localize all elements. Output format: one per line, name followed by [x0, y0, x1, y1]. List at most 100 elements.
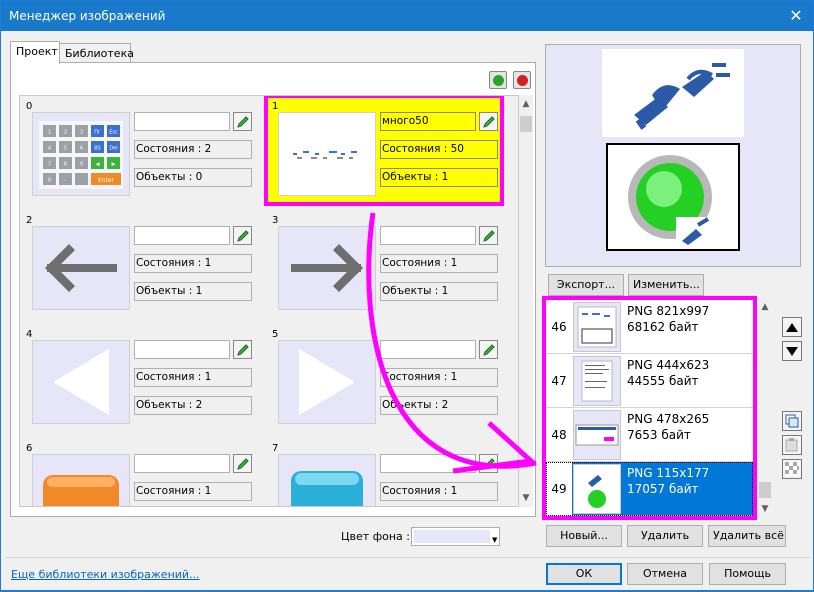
- window-title: Менеджер изображений: [9, 9, 166, 23]
- cell-states: Состояния : 1: [134, 368, 252, 387]
- image-cell[interactable]: 3 Состояния : 1 Объекты : 1: [268, 212, 500, 316]
- scroll-down-icon[interactable]: ▼: [519, 491, 533, 505]
- svg-text:Enter: Enter: [98, 177, 115, 184]
- cell-objects: Объекты : 1: [134, 282, 252, 301]
- tab-project[interactable]: Проект: [10, 41, 60, 64]
- cell-name-field[interactable]: много50: [380, 112, 476, 131]
- edit-name-button[interactable]: [233, 340, 252, 359]
- edit-name-button[interactable]: [233, 226, 252, 245]
- transparency-button[interactable]: [782, 459, 802, 479]
- more-libraries-link[interactable]: Еще библиотеки изображений...: [11, 568, 200, 581]
- cancel-button[interactable]: Отмена: [627, 563, 703, 585]
- screenshot-thumbnail: [575, 424, 619, 446]
- image-list-item[interactable]: 48 PNG 478x265 7653 байт: [546, 408, 753, 462]
- image-cell[interactable]: 4 Состояния : 1 Объекты : 2: [22, 326, 254, 430]
- svg-text:Пг: Пг: [94, 130, 101, 136]
- ok-button[interactable]: ОК: [546, 563, 622, 585]
- move-up-button[interactable]: [782, 317, 802, 337]
- edit-name-button[interactable]: [233, 112, 252, 131]
- edit-name-button[interactable]: [479, 454, 498, 473]
- image-cell[interactable]: 2 Состояния : 1 Объекты : 1: [22, 212, 254, 316]
- image-cell[interactable]: 5 Состояния : 1 Объекты : 2: [268, 326, 500, 430]
- cell-name-field[interactable]: [380, 226, 476, 245]
- pencil-icon: [237, 344, 249, 356]
- export-button[interactable]: Экспорт...: [548, 274, 624, 296]
- cell-states: Состояния : 1: [134, 482, 252, 501]
- cell-objects: Объекты : 1: [380, 282, 498, 301]
- help-button[interactable]: Помощь: [709, 563, 786, 585]
- list-scrollbar[interactable]: ▲ ▼: [758, 300, 772, 516]
- cell-states: Состояния : 50: [380, 140, 498, 159]
- scroll-up-icon[interactable]: ▲: [519, 97, 533, 111]
- image-cell[interactable]: 6 Состояния : 1: [22, 440, 254, 506]
- list-scroll-thumb[interactable]: [759, 482, 771, 498]
- svg-text:8: 8: [64, 162, 67, 168]
- grid-scrollbar[interactable]: ▲ ▼: [519, 95, 533, 507]
- triangle-up-icon: [786, 323, 798, 332]
- svg-text:1: 1: [48, 130, 51, 136]
- image-list-item[interactable]: 49 PNG 115x177 17057 байт: [546, 462, 753, 516]
- triangle-left-image: [53, 349, 109, 415]
- cell-thumbnail[interactable]: [278, 340, 376, 424]
- cell-name-field[interactable]: [134, 454, 230, 473]
- cell-thumbnail[interactable]: [32, 454, 130, 506]
- list-item-thumbnail: [573, 410, 621, 460]
- delete-all-button[interactable]: Удалить всё: [708, 525, 786, 547]
- delete-button[interactable]: Удалить: [627, 525, 703, 547]
- cell-name-field[interactable]: [380, 454, 476, 473]
- footer-divider: [5, 557, 810, 558]
- cell-thumbnail[interactable]: 1 2 3 Пг Esc 4 5 6 BS Del 7 8 9 ◀ ▶ 0-. Enter: [32, 112, 130, 196]
- image-cell[interactable]: 7 Состояния : 1: [268, 440, 500, 506]
- cell-name-field[interactable]: [134, 340, 230, 359]
- close-icon[interactable]: ✕: [785, 5, 807, 27]
- image-list-item[interactable]: 46 PNG 821x997 68162 байт: [546, 300, 753, 354]
- add-image-icon[interactable]: [489, 71, 507, 89]
- paste-image-button[interactable]: [782, 435, 802, 455]
- list-item-index: 47: [551, 374, 567, 388]
- cell-thumbnail[interactable]: [278, 226, 376, 310]
- cell-thumbnail[interactable]: [278, 454, 376, 506]
- list-scroll-up-icon[interactable]: ▲: [758, 300, 772, 314]
- edit-name-button[interactable]: [233, 454, 252, 473]
- plug-image: [602, 49, 744, 137]
- edit-name-button[interactable]: [479, 226, 498, 245]
- edit-name-button[interactable]: [479, 340, 498, 359]
- cell-states: Состояния : 1: [134, 254, 252, 273]
- image-cell[interactable]: 0 1 2 3 Пг Esc 4 5 6 BS Del 7 8 9 ◀ ▶ 0-. Enter Состояния …: [22, 98, 254, 202]
- pencil-icon: [483, 344, 495, 356]
- keypad-image: 1 2 3 Пг Esc4 5 6 BS Del7 8 9 ◀ ▶0-. Enter: [39, 121, 123, 189]
- cell-name-field[interactable]: [380, 340, 476, 359]
- cell-thumbnail[interactable]: [32, 340, 130, 424]
- move-down-button[interactable]: [782, 341, 802, 361]
- plug-icon: [634, 63, 730, 130]
- cell-name-field[interactable]: [134, 226, 230, 245]
- edit-button[interactable]: Изменить...: [628, 274, 704, 296]
- title-bar[interactable]: Менеджер изображений ✕: [1, 1, 813, 31]
- list-item-info: PNG 444x623 44555 байт: [627, 357, 709, 389]
- cell-objects: Объекты : 0: [134, 168, 252, 187]
- scroll-thumb[interactable]: [520, 116, 532, 132]
- cell-number: 6: [26, 443, 33, 454]
- image-cell[interactable]: 1 много50 Состояния : 50 Объекты : 1: [264, 96, 504, 206]
- list-item-size: 68162 байт: [627, 320, 699, 334]
- list-scroll-down-icon[interactable]: ▼: [758, 502, 772, 516]
- cell-states: Состояния : 1: [380, 254, 498, 273]
- cell-thumbnail[interactable]: [278, 112, 376, 196]
- background-color-select[interactable]: ▼: [411, 527, 500, 546]
- edit-name-button[interactable]: [479, 112, 498, 131]
- orange-button-image: [43, 475, 119, 506]
- delete-image-icon[interactable]: [513, 71, 531, 89]
- list-item-thumbnail: [573, 302, 621, 352]
- copy-icon: [785, 414, 799, 428]
- svg-text:BS: BS: [94, 146, 101, 152]
- paste-icon: [785, 438, 798, 452]
- cell-number: 3: [272, 215, 279, 226]
- copy-image-button[interactable]: [782, 411, 802, 431]
- tab-library[interactable]: Библиотека: [59, 43, 134, 64]
- image-list-item[interactable]: 47 PNG 444x623 44555 байт: [546, 354, 753, 408]
- cell-thumbnail[interactable]: [32, 226, 130, 310]
- new-image-button[interactable]: Новый...: [546, 525, 622, 547]
- list-item-info: PNG 478x265 7653 байт: [627, 411, 709, 443]
- cell-name-field[interactable]: [134, 112, 230, 131]
- triangle-down-icon: [786, 347, 798, 356]
